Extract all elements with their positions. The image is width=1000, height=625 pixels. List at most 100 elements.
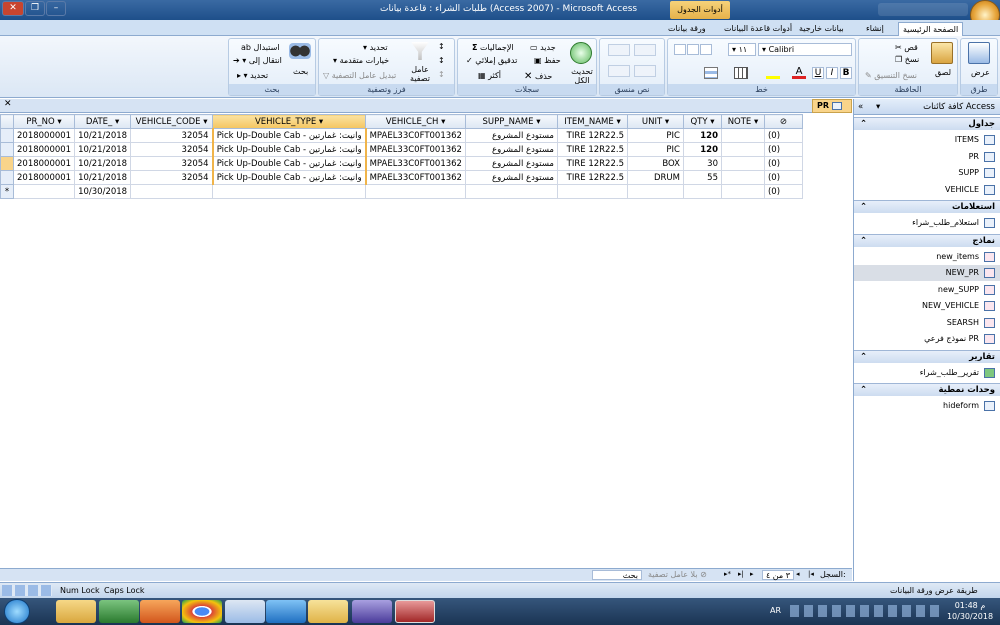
table-cell[interactable] [720, 142, 765, 157]
table-cell[interactable]: مستودع المشروع [464, 156, 558, 171]
nav-item[interactable]: NEW_PR [854, 265, 1000, 281]
explorer-icon[interactable] [56, 600, 96, 623]
nav-item[interactable]: PR [854, 149, 1000, 165]
record-position-input[interactable]: ٣ من ٤ [762, 570, 794, 580]
delete-record-button[interactable]: حذف ✕ [524, 71, 552, 82]
align-center-icon[interactable] [687, 44, 699, 55]
table-cell[interactable] [556, 184, 628, 199]
table-row[interactable]: 2018000001 10/21/2018 32054 Pick Up-Double … [0, 142, 803, 157]
table-cell[interactable]: MPAEL33C0FT001362 [365, 156, 466, 171]
attachment-cell[interactable]: (0) [763, 128, 803, 143]
italic-button[interactable]: I [826, 67, 838, 79]
nav-item[interactable]: SEARSH [854, 315, 1000, 331]
table-cell[interactable] [720, 170, 765, 185]
table-cell[interactable] [12, 184, 76, 199]
new-row-date[interactable]: 10/30/2018 [74, 184, 132, 199]
nav-item[interactable]: hideform [854, 398, 1000, 414]
view-button[interactable]: عرض [971, 68, 990, 77]
table-cell[interactable] [626, 184, 684, 199]
toggle-filter-button[interactable]: تبديل عامل التصفية ▽ [323, 71, 396, 80]
nav-section-header[interactable]: ⌃ وحدات نمطية [854, 383, 1000, 396]
sort-desc-icon[interactable]: ↕ [438, 56, 450, 68]
column-header[interactable]: VEHICLE_CODE ▾ [130, 114, 214, 129]
filter-status[interactable]: بلا عامل تصفية ⊘ [648, 570, 707, 579]
font-name-select[interactable]: ▾ Calibri [758, 43, 852, 56]
binoculars-icon[interactable] [289, 43, 311, 59]
numbering-icon[interactable] [634, 65, 656, 77]
select-all-corner[interactable] [0, 114, 14, 129]
bullets-icon[interactable] [608, 65, 630, 77]
table-cell[interactable] [720, 184, 765, 199]
table-cell[interactable]: Pick Up-Double Cab - وانيت: غمارتين [211, 170, 367, 185]
cad-icon[interactable] [352, 600, 392, 623]
close-doc-icon[interactable]: ✕ [4, 99, 12, 109]
section-collapse-icon[interactable]: ⌃ [860, 118, 867, 131]
outdent-icon[interactable] [634, 44, 656, 56]
nav-section-header[interactable]: ⌃ جداول [854, 117, 1000, 130]
clock-time[interactable]: 01:48 م [948, 601, 992, 610]
table-cell[interactable]: 55 [682, 170, 722, 185]
table-row[interactable]: 2018000001 10/21/2018 32054 Pick Up-Double … [0, 128, 803, 143]
nav-item[interactable]: ITEMS [854, 132, 1000, 148]
table-cell[interactable]: BOX [626, 156, 684, 171]
paste-button[interactable]: لصق [935, 68, 951, 77]
attachment-cell[interactable]: (0) [763, 170, 803, 185]
ie-icon[interactable] [266, 600, 306, 623]
attachment-column-header[interactable]: ⊘ [763, 114, 803, 129]
table-cell[interactable]: 10/21/2018 [74, 142, 132, 157]
tab-database-tools[interactable]: أدوات قاعدة البيانات [720, 22, 796, 36]
minimize-button[interactable]: – [46, 1, 66, 16]
attachment-cell[interactable]: (0) [763, 156, 803, 171]
copy-button[interactable]: نسخ ❐ [895, 55, 919, 64]
chrome-icon[interactable] [182, 600, 222, 623]
doc-tab-pr[interactable]: PR [812, 99, 852, 113]
table-cell[interactable]: 32054 [130, 128, 214, 143]
nav-item[interactable]: VEHICLE [854, 182, 1000, 198]
table-cell[interactable]: 2018000001 [12, 128, 76, 143]
access-icon[interactable] [395, 600, 435, 623]
media-player-icon[interactable] [140, 600, 180, 623]
table-cell[interactable]: MPAEL33C0FT001362 [365, 170, 466, 185]
table-cell[interactable]: 120 [682, 128, 722, 143]
filter-button[interactable]: عامل تصفية [407, 65, 433, 83]
section-collapse-icon[interactable]: ⌃ [860, 201, 867, 214]
goto-button[interactable]: انتقال إلى ▾ ➔ [233, 56, 282, 65]
table-cell[interactable]: 10/21/2018 [74, 128, 132, 143]
alt-row-color-icon[interactable] [704, 67, 718, 79]
table-cell[interactable]: 30 [682, 156, 722, 171]
table-cell[interactable]: 120 [682, 142, 722, 157]
table-cell[interactable]: 10/21/2018 [74, 170, 132, 185]
new-record-nav-button[interactable]: ▸* [724, 570, 731, 578]
font-size-select[interactable]: ▾ ١١ [728, 43, 756, 56]
collapse-icon[interactable]: « [858, 99, 863, 115]
underline-button[interactable]: U [812, 67, 824, 79]
table-cell[interactable]: PIC [626, 128, 684, 143]
section-collapse-icon[interactable]: ⌃ [860, 384, 867, 397]
nav-section-header[interactable]: ⌃ استعلامات [854, 200, 1000, 213]
table-cell[interactable]: 2018000001 [12, 142, 76, 157]
clock-date[interactable]: 10/30/2018 [944, 612, 996, 621]
next-record-button[interactable]: ▸ [750, 570, 754, 578]
record-search-input[interactable]: بحث [592, 570, 642, 580]
nav-item[interactable]: تقرير_طلب_شراء [854, 365, 1000, 381]
nav-pane-header[interactable]: « ▾ كافة كائنات Access [854, 99, 1000, 115]
table-cell[interactable]: 32054 [130, 156, 214, 171]
format-painter-button[interactable]: نسخ التنسيق ✎ [865, 71, 917, 80]
table-cell[interactable]: 2018000001 [12, 170, 76, 185]
clear-sort-icon[interactable]: ↕ [438, 70, 450, 82]
view-icon[interactable] [968, 42, 990, 64]
totals-button[interactable]: الإجماليات Σ [472, 43, 514, 52]
table-cell[interactable]: MPAEL33C0FT001362 [365, 142, 466, 157]
column-header-selected[interactable]: VEHICLE_TYPE ▾ [212, 114, 367, 129]
table-cell[interactable] [212, 184, 367, 199]
column-header[interactable]: QTY ▾ [682, 114, 722, 129]
column-header[interactable]: NOTE ▾ [720, 114, 765, 129]
fill-color-icon[interactable] [766, 67, 780, 79]
nav-item[interactable]: NEW_VEHICLE [854, 298, 1000, 314]
row-selector[interactable] [0, 128, 14, 143]
nav-item[interactable]: new_items [854, 249, 1000, 265]
restore-button[interactable]: ❐ [25, 1, 45, 16]
refresh-all-button[interactable]: تحديث الكل [568, 67, 596, 85]
table-cell[interactable]: مستودع المشروع [464, 170, 558, 185]
advanced-filter-button[interactable]: خيارات متقدمة ▾ [333, 56, 389, 65]
